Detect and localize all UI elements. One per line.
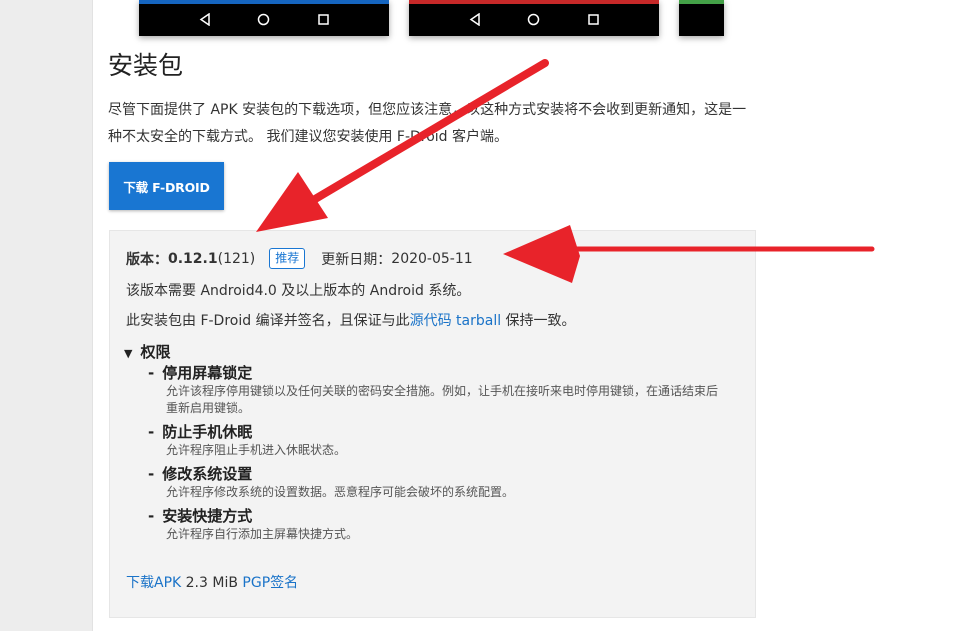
triangle-down-icon: ▼ [124,347,133,360]
recommended-badge: 推荐 [269,248,306,269]
recents-icon [312,8,334,30]
updated-date: 2020-05-11 [391,250,473,267]
source-tarball-link[interactable]: 源代码 tarball [410,313,502,329]
screenshot-thumbnail[interactable] [139,0,389,36]
version-header: 版本： 0.12.1 (121) 推荐 更新日期： 2020-05-11 [126,248,473,269]
section-description: 尽管下面提供了 APK 安装包的下载选项，但您应该注意，以这种方式安装将不会收到… [108,102,747,145]
back-icon [194,8,216,30]
android-nav-bar [409,7,659,31]
signature-note: 此安装包由 F-Droid 编译并签名，且保证与此源代码 tarball 保持一… [126,310,576,330]
bullet-dash: - [148,507,155,525]
permissions-heading: 权限 [140,343,171,361]
permission-description: 允许程序修改系统的设置数据。恶意程序可能会破坏的系统配置。 [166,485,515,499]
version-panel: 版本： 0.12.1 (121) 推荐 更新日期： 2020-05-11 该版本需要 … [109,230,756,618]
permission-title: 停用屏幕锁定 [162,364,253,382]
screenshot-accent-bar [139,0,389,4]
permission-title: 安装快捷方式 [162,507,253,525]
version-label: 版本： [126,251,168,268]
download-links: 下载APK 2.3 MiB PGP签名 [126,572,298,592]
bullet-dash: - [148,465,155,483]
left-sidebar-background [0,0,93,631]
home-icon [253,8,275,30]
screenshot-accent-bar [679,0,724,4]
permission-item: - 停用屏幕锁定 允许该程序停用键锁以及任何关联的密码安全措施。例如，让手机在接听… [148,363,728,417]
signature-note-prefix: 此安装包由 F-Droid 编译并签名，且保证与此 [126,313,410,329]
bullet-dash: - [148,423,155,441]
permission-title: 修改系统设置 [162,465,253,483]
back-icon [464,8,486,30]
screenshot-thumbnail[interactable] [679,0,724,36]
permission-description: 允许程序自行添加主屏幕快捷方式。 [166,527,359,541]
permission-item: - 修改系统设置 允许程序修改系统的设置数据。恶意程序可能会破坏的系统配置。 [148,464,728,501]
permission-title: 防止手机休眠 [162,423,253,441]
updated-label: 更新日期： [321,251,392,268]
permission-item: - 安装快捷方式 允许程序自行添加主屏幕快捷方式。 [148,506,728,543]
apk-size: 2.3 MiB [181,575,243,591]
android-requirement: 该版本需要 Android4.0 及以上版本的 Android 系统。 [126,283,471,299]
pgp-signature-link[interactable]: PGP签名 [242,575,298,591]
version-number: 0.12.1 [168,250,218,267]
android-nav-bar [139,7,389,31]
bullet-dash: - [148,364,155,382]
permission-item: - 防止手机休眠 允许程序阻止手机进入休眠状态。 [148,422,728,459]
screenshot-thumbnail[interactable] [409,0,659,36]
permissions-list: - 停用屏幕锁定 允许该程序停用键锁以及任何关联的密码安全措施。例如，让手机在接听… [148,363,728,548]
permission-description: 允许程序阻止手机进入休眠状态。 [166,443,347,457]
screenshot-accent-bar [409,0,659,4]
signature-note-suffix: 保持一致。 [501,313,576,329]
download-fdroid-button[interactable]: 下载 F-DROID [109,162,224,210]
permissions-toggle[interactable]: ▼ 权限 [124,341,170,362]
download-apk-link[interactable]: 下载APK [126,575,181,591]
permission-description: 允许该程序停用键锁以及任何关联的密码安全措施。例如，让手机在接听来电时停用键锁，… [166,384,719,415]
version-code: (121) [217,250,256,267]
home-icon [523,8,545,30]
recents-icon [582,8,604,30]
section-title: 安装包 [108,51,184,80]
